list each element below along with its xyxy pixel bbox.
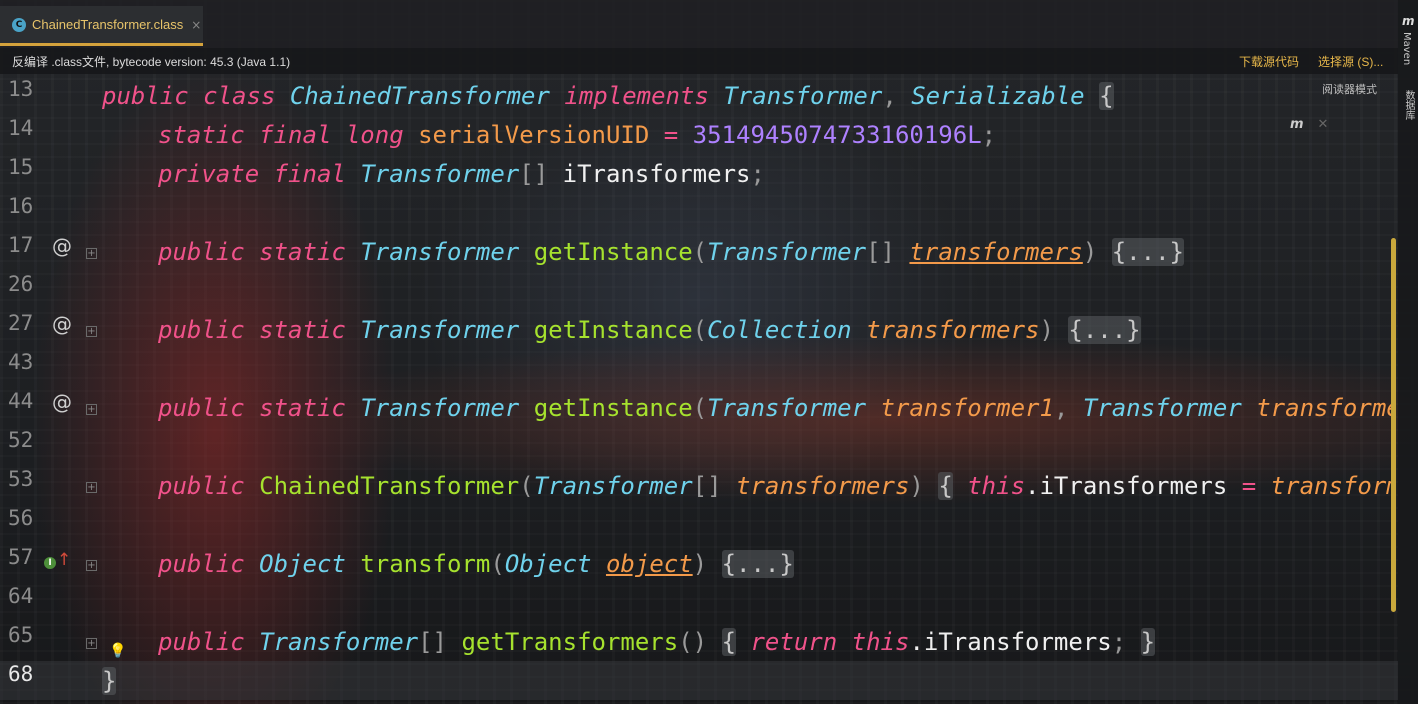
line-number: 65 xyxy=(8,623,34,647)
override-marker-icon[interactable]: @ xyxy=(52,312,72,336)
fold-toggle-icon[interactable]: + xyxy=(86,326,97,337)
fold-toggle-icon[interactable]: + xyxy=(86,638,97,649)
line-number: 13 xyxy=(8,77,34,101)
code-line-65: public Transformer[] getTransformers() {… xyxy=(158,628,1156,656)
line-number: 53 xyxy=(8,467,34,491)
override-marker-icon[interactable]: @ xyxy=(52,234,72,258)
code-line-27: public static Transformer getInstance(Co… xyxy=(158,316,1141,344)
code-line-44: public static Transformer getInstance(Tr… xyxy=(158,394,1392,422)
vertical-scrollbar[interactable] xyxy=(1391,238,1396,612)
fold-toggle-icon[interactable]: + xyxy=(86,404,97,415)
folded-block[interactable]: {...} xyxy=(721,550,794,578)
code-line-17: public static Transformer getInstance(Tr… xyxy=(158,238,1184,266)
decompile-message: 反编译 .class文件, bytecode version: 45.3 (Ja… xyxy=(12,54,291,69)
fold-toggle-icon[interactable]: + xyxy=(86,248,97,259)
fold-toggle-icon[interactable]: + xyxy=(86,482,97,493)
line-number-current: 68 xyxy=(8,662,34,686)
code-line-53: public ChainedTransformer(Transformer[] … xyxy=(158,472,1392,500)
editor-tab-bar: C ChainedTransformer.class × xyxy=(0,0,1398,48)
code-line-14: static final long serialVersionUID = 351… xyxy=(158,121,997,149)
decompile-info-bar: 反编译 .class文件, bytecode version: 45.3 (Ja… xyxy=(0,48,1398,74)
close-icon[interactable]: × xyxy=(191,18,201,32)
download-sources-link[interactable]: 下载源代码 xyxy=(1239,53,1299,70)
folded-block[interactable]: {...} xyxy=(1111,238,1184,266)
line-number: 43 xyxy=(8,350,34,374)
code-line-13: public class ChainedTransformer implemen… xyxy=(102,82,1114,110)
go-to-super-icon[interactable]: ↑ xyxy=(57,550,71,570)
code-editor[interactable]: public class ChainedTransformer implemen… xyxy=(102,77,1392,701)
line-number: 17 xyxy=(8,233,34,257)
maven-icon[interactable]: m xyxy=(1402,14,1415,28)
line-number: 16 xyxy=(8,194,34,218)
tab-title: ChainedTransformer.class xyxy=(32,17,184,32)
folded-block[interactable]: {...} xyxy=(1068,316,1141,344)
database-tool-button[interactable]: 数据库 xyxy=(1401,90,1416,120)
line-number: 52 xyxy=(8,428,34,452)
override-marker-icon[interactable]: @ xyxy=(52,390,72,414)
code-line-57: public Object transform(Object object) {… xyxy=(158,550,794,578)
line-number: 27 xyxy=(8,311,34,335)
line-number: 14 xyxy=(8,116,34,140)
class-file-icon: C xyxy=(12,17,26,32)
fold-toggle-icon[interactable]: + xyxy=(86,560,97,571)
line-number: 26 xyxy=(8,272,34,296)
line-number: 64 xyxy=(8,584,34,608)
line-number: 57 xyxy=(8,545,34,569)
maven-tool-button[interactable]: Maven xyxy=(1401,32,1412,65)
code-line-15: private final Transformer[] iTransformer… xyxy=(158,160,765,188)
code-line-68: } xyxy=(102,667,117,695)
choose-sources-link[interactable]: 选择源 (S)... xyxy=(1318,53,1383,70)
line-number: 15 xyxy=(8,155,34,179)
line-number: 44 xyxy=(8,389,34,413)
line-number: 56 xyxy=(8,506,34,530)
tab-chained-transformer[interactable]: C ChainedTransformer.class × xyxy=(0,6,203,46)
implements-marker-icon[interactable]: I xyxy=(44,557,56,569)
